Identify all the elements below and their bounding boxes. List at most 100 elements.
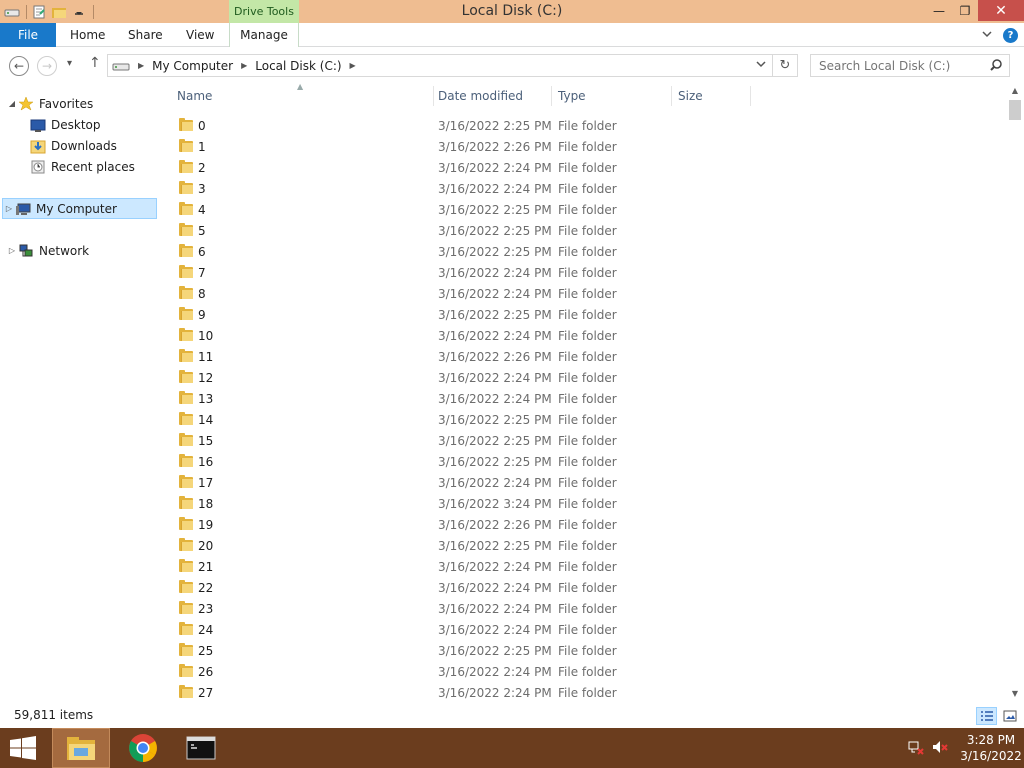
- tree-downloads[interactable]: Downloads: [30, 135, 117, 156]
- file-row[interactable]: 21 3/16/2022 2:24 PM File folder: [160, 556, 1006, 577]
- tree-desktop[interactable]: Desktop: [30, 114, 101, 135]
- file-row[interactable]: 24 3/16/2022 2:24 PM File folder: [160, 619, 1006, 640]
- taskbar-clock[interactable]: 3:28 PM 3/16/2022: [958, 732, 1024, 764]
- file-row[interactable]: 19 3/16/2022 2:26 PM File folder: [160, 514, 1006, 535]
- file-row[interactable]: 23 3/16/2022 2:24 PM File folder: [160, 598, 1006, 619]
- breadcrumb-separator[interactable]: ▶: [350, 61, 356, 70]
- forward-button[interactable]: →: [37, 56, 57, 76]
- tree-favorites[interactable]: ◢ Favorites: [6, 93, 93, 114]
- file-row[interactable]: 25 3/16/2022 2:25 PM File folder: [160, 640, 1006, 661]
- file-row[interactable]: 15 3/16/2022 2:25 PM File folder: [160, 430, 1006, 451]
- tab-manage[interactable]: Manage: [229, 23, 299, 47]
- tree-downloads-label: Downloads: [51, 138, 117, 153]
- column-divider[interactable]: [551, 86, 552, 106]
- file-row[interactable]: 22 3/16/2022 2:24 PM File folder: [160, 577, 1006, 598]
- file-row[interactable]: 27 3/16/2022 2:24 PM File folder: [160, 682, 1006, 703]
- up-button[interactable]: ↑: [89, 55, 101, 71]
- file-row[interactable]: 4 3/16/2022 2:25 PM File folder: [160, 199, 1006, 220]
- expand-arrow-icon[interactable]: ▷: [6, 246, 18, 255]
- star-icon: [18, 95, 34, 112]
- column-divider[interactable]: [433, 86, 434, 106]
- file-row[interactable]: 16 3/16/2022 2:25 PM File folder: [160, 451, 1006, 472]
- file-type: File folder: [558, 349, 617, 364]
- help-icon[interactable]: ?: [1003, 27, 1018, 43]
- tab-share[interactable]: Share: [128, 23, 163, 47]
- large-icons-view-button[interactable]: [999, 707, 1020, 725]
- scroll-down-icon[interactable]: ▼: [1006, 685, 1024, 702]
- vertical-scrollbar[interactable]: ▲ ▼: [1006, 82, 1024, 702]
- folder-icon: [179, 139, 193, 153]
- file-row[interactable]: 0 3/16/2022 2:25 PM File folder: [160, 115, 1006, 136]
- chevron-down-icon[interactable]: [981, 28, 993, 43]
- file-date-modified: 3/16/2022 2:25 PM: [438, 643, 552, 658]
- file-row[interactable]: 18 3/16/2022 3:24 PM File folder: [160, 493, 1006, 514]
- scroll-up-icon[interactable]: ▲: [1006, 82, 1024, 99]
- properties-icon[interactable]: [31, 4, 47, 20]
- close-button[interactable]: ✕: [978, 0, 1024, 21]
- new-folder-icon[interactable]: [51, 4, 67, 20]
- file-row[interactable]: 10 3/16/2022 2:24 PM File folder: [160, 325, 1006, 346]
- breadcrumb-separator[interactable]: ▶: [241, 61, 247, 70]
- file-date-modified: 3/16/2022 2:24 PM: [438, 475, 552, 490]
- column-header-type[interactable]: Type: [558, 82, 668, 110]
- volume-muted-icon[interactable]: [932, 739, 948, 758]
- column-header-date-modified[interactable]: Date modified: [438, 82, 550, 110]
- column-divider[interactable]: [750, 86, 751, 106]
- address-dropdown-icon[interactable]: [756, 59, 766, 72]
- tree-recent-places[interactable]: Recent places: [30, 156, 135, 177]
- file-date-modified: 3/16/2022 2:24 PM: [438, 370, 552, 385]
- file-row[interactable]: 1 3/16/2022 2:26 PM File folder: [160, 136, 1006, 157]
- tab-view[interactable]: View: [186, 23, 214, 47]
- tree-my-computer-label: My Computer: [36, 201, 117, 216]
- folder-icon: [179, 454, 193, 468]
- taskbar-command-prompt[interactable]: [172, 728, 230, 768]
- file-row[interactable]: 2 3/16/2022 2:24 PM File folder: [160, 157, 1006, 178]
- taskbar-file-explorer[interactable]: [52, 728, 110, 768]
- tab-home[interactable]: Home: [70, 23, 105, 47]
- column-divider[interactable]: [671, 86, 672, 106]
- search-input[interactable]: [819, 58, 989, 73]
- file-row[interactable]: 5 3/16/2022 2:25 PM File folder: [160, 220, 1006, 241]
- column-header-size[interactable]: Size: [678, 82, 750, 110]
- file-row[interactable]: 14 3/16/2022 2:25 PM File folder: [160, 409, 1006, 430]
- file-date-modified: 3/16/2022 2:24 PM: [438, 181, 552, 196]
- address-bar[interactable]: ▶ My Computer ▶ Local Disk (C:) ▶: [107, 54, 773, 77]
- file-row[interactable]: 9 3/16/2022 2:25 PM File folder: [160, 304, 1006, 325]
- taskbar-chrome[interactable]: [114, 728, 172, 768]
- file-date-modified: 3/16/2022 2:24 PM: [438, 601, 552, 616]
- back-button[interactable]: ←: [9, 56, 29, 76]
- file-name: 4: [198, 202, 206, 217]
- scroll-thumb[interactable]: [1009, 100, 1021, 120]
- file-row[interactable]: 7 3/16/2022 2:24 PM File folder: [160, 262, 1006, 283]
- breadcrumb-local-disk[interactable]: Local Disk (C:): [255, 59, 341, 73]
- recent-locations-button[interactable]: ▾: [67, 58, 72, 69]
- file-row[interactable]: 20 3/16/2022 2:25 PM File folder: [160, 535, 1006, 556]
- collapse-arrow-icon[interactable]: ◢: [6, 99, 18, 108]
- tab-file[interactable]: File: [0, 23, 56, 47]
- search-box[interactable]: [810, 54, 1010, 77]
- search-icon[interactable]: [989, 58, 1003, 75]
- file-row[interactable]: 3 3/16/2022 2:24 PM File folder: [160, 178, 1006, 199]
- column-header-name[interactable]: Name: [177, 82, 435, 110]
- file-row[interactable]: 26 3/16/2022 2:24 PM File folder: [160, 661, 1006, 682]
- breadcrumb-separator[interactable]: ▶: [138, 61, 144, 70]
- tree-my-computer[interactable]: ▷ My Computer: [2, 198, 157, 219]
- tree-network[interactable]: ▷ Network: [6, 240, 89, 261]
- restore-button[interactable]: ❐: [952, 0, 978, 21]
- breadcrumb-my-computer[interactable]: My Computer: [152, 59, 233, 73]
- file-row[interactable]: 13 3/16/2022 2:24 PM File folder: [160, 388, 1006, 409]
- minimize-button[interactable]: —: [926, 0, 952, 21]
- file-row[interactable]: 12 3/16/2022 2:24 PM File folder: [160, 367, 1006, 388]
- file-type: File folder: [558, 433, 617, 448]
- drive-icon[interactable]: [4, 4, 20, 20]
- file-row[interactable]: 8 3/16/2022 2:24 PM File folder: [160, 283, 1006, 304]
- file-row[interactable]: 17 3/16/2022 2:24 PM File folder: [160, 472, 1006, 493]
- refresh-button[interactable]: ↻: [773, 54, 798, 77]
- start-button[interactable]: [8, 736, 40, 760]
- network-status-icon[interactable]: [908, 739, 924, 758]
- expand-arrow-icon[interactable]: ▷: [3, 204, 15, 213]
- details-view-button[interactable]: [976, 707, 997, 725]
- customize-toolbar-icon[interactable]: [71, 4, 87, 20]
- file-row[interactable]: 6 3/16/2022 2:25 PM File folder: [160, 241, 1006, 262]
- file-row[interactable]: 11 3/16/2022 2:26 PM File folder: [160, 346, 1006, 367]
